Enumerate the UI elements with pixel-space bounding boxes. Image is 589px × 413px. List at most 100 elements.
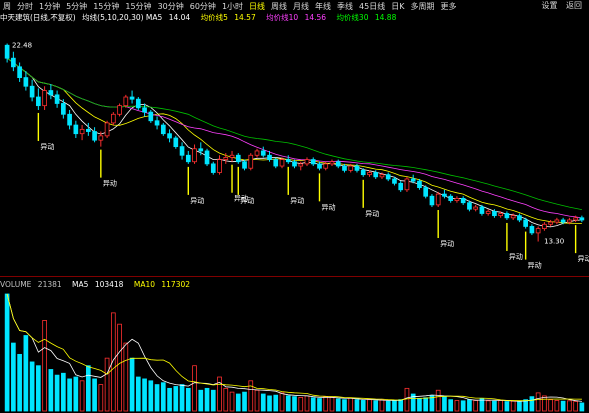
- volume-bar: [310, 397, 316, 412]
- volume-bar: [242, 391, 247, 412]
- toolbar-item[interactable]: 多周期: [407, 1, 437, 12]
- volume-bar: [229, 391, 235, 412]
- toolbar-item[interactable]: 15分钟: [90, 1, 122, 12]
- candle-body: [460, 197, 466, 204]
- candle-body: [404, 178, 410, 191]
- back-button[interactable]: 返回: [563, 1, 585, 10]
- volume-bar: [498, 400, 503, 412]
- candle-body: [79, 128, 85, 135]
- volume-bar: [36, 365, 41, 412]
- volume-bar: [48, 369, 54, 412]
- volume-bar: [579, 402, 585, 412]
- volume-bar: [510, 400, 516, 412]
- candle-body: [454, 197, 460, 201]
- ma10-label: 均价线5 14.57: [200, 13, 256, 22]
- toolbar-item[interactable]: 分时: [14, 1, 36, 12]
- toolbar-item[interactable]: 日线: [246, 1, 268, 12]
- toolbar-item[interactable]: 1分钟: [36, 1, 63, 12]
- candlestick-chart[interactable]: 异动异动异动 异动异动 异动异动异动异动异动异动异动22.4813.30: [0, 22, 589, 275]
- volume-bar: [317, 398, 322, 412]
- candle-body: [242, 161, 247, 169]
- volume-bar: [373, 400, 379, 412]
- candle-body: [410, 178, 416, 182]
- volume-bar: [142, 378, 147, 412]
- candle-body: [217, 159, 222, 173]
- candle-body: [110, 113, 116, 124]
- candle-body: [129, 96, 135, 100]
- candle-body: [442, 193, 447, 197]
- volume-bar: [423, 397, 429, 412]
- volume-bar: [23, 335, 29, 412]
- toolbar-item[interactable]: 5分钟: [63, 1, 90, 12]
- volume-bar: [485, 400, 491, 412]
- volume-bar: [298, 397, 304, 412]
- candle-body: [98, 135, 104, 141]
- volume-bar: [248, 380, 254, 412]
- chart-title[interactable]: 中天建筑(日线,不复权): [0, 13, 76, 22]
- event-label: 异动: [40, 142, 54, 151]
- candle-body: [204, 150, 210, 165]
- volume-bar: [104, 357, 110, 412]
- candle-body: [273, 159, 279, 167]
- volume-bar: [98, 384, 104, 412]
- volume-bar: [404, 387, 410, 412]
- volume-bar: [448, 399, 454, 412]
- toolbar-item[interactable]: 月线: [290, 1, 312, 12]
- candle-body: [4, 44, 10, 59]
- candle-body: [104, 122, 110, 137]
- candle-body: [473, 206, 479, 210]
- toolbar-item[interactable]: 周: [0, 1, 14, 12]
- candle-body: [560, 219, 566, 223]
- toolbar-item[interactable]: 日K: [388, 1, 407, 12]
- candle-body: [185, 154, 191, 163]
- toolbar-item[interactable]: 季线: [334, 1, 356, 12]
- candle-body: [11, 57, 16, 68]
- candle-body: [498, 213, 503, 217]
- toolbar-item[interactable]: 1小时: [219, 1, 246, 12]
- toolbar-item[interactable]: 周线: [268, 1, 290, 12]
- toolbar-item[interactable]: 60分钟: [187, 1, 219, 12]
- candle-body: [54, 94, 60, 104]
- candle-body: [279, 159, 285, 167]
- volume-bar: [223, 387, 229, 412]
- candle-body: [292, 161, 297, 167]
- volume-bar: [148, 380, 154, 412]
- volume-bar: [392, 400, 397, 412]
- candle-body: [335, 161, 341, 167]
- candle-body: [504, 213, 510, 219]
- candle-body: [467, 202, 472, 210]
- candle-body: [154, 120, 160, 126]
- volume-bar: [479, 398, 485, 412]
- ma20-label: 均价线10 14.56: [266, 13, 327, 22]
- candle-body: [61, 103, 66, 115]
- candle-body: [198, 148, 204, 152]
- volume-bar: [173, 386, 179, 412]
- volume-bar: [385, 400, 391, 412]
- volume-bar: [17, 353, 22, 412]
- toolbar-item[interactable]: 30分钟: [155, 1, 187, 12]
- toolbar-item[interactable]: 年线: [312, 1, 334, 12]
- toolbar-item[interactable]: 更多: [437, 1, 459, 12]
- candle-body: [86, 128, 91, 132]
- volume-bar: [335, 398, 341, 412]
- candle-body: [423, 187, 429, 197]
- volume-bar: [285, 395, 291, 412]
- toolbar-right: 设置 返回: [538, 0, 585, 11]
- candle-body: [567, 219, 572, 223]
- candle-body: [123, 96, 129, 107]
- settings-button[interactable]: 设置: [538, 1, 560, 10]
- candle-body: [492, 210, 497, 217]
- candle-body: [354, 165, 360, 171]
- volume-bar: [573, 401, 578, 412]
- volume-bar: [548, 399, 553, 412]
- toolbar-item[interactable]: 45日线: [356, 1, 388, 12]
- volume-chart[interactable]: [0, 278, 589, 413]
- toolbar-item[interactable]: 15分钟: [122, 1, 154, 12]
- volume-bar: [304, 395, 310, 412]
- candle-body: [48, 90, 54, 96]
- volume-bar: [254, 389, 260, 412]
- candle-body: [542, 223, 547, 229]
- volume-bar: [61, 372, 66, 412]
- candle-body: [529, 226, 535, 234]
- volume-bar: [135, 376, 141, 412]
